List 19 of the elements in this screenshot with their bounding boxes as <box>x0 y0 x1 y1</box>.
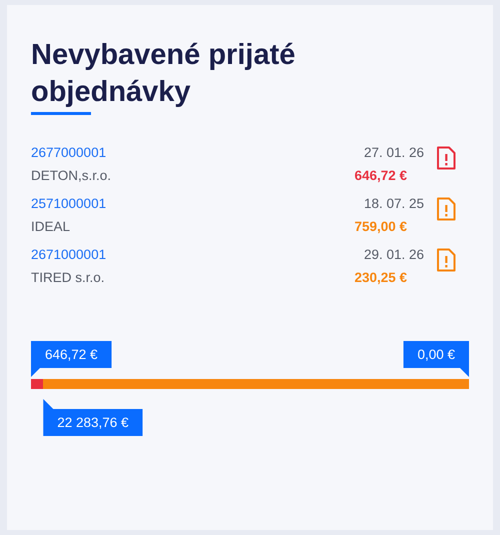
order-date: 29. 01. 26 <box>364 246 424 264</box>
order-number-link[interactable]: 2571000001 <box>31 192 354 215</box>
order-number-link[interactable]: 2671000001 <box>31 243 354 266</box>
value-tooltip: 646,72 € <box>31 341 112 377</box>
order-amount: 646,72 € <box>354 167 408 185</box>
document-alert-icon <box>436 146 456 170</box>
order-amount: 759,00 € <box>354 218 408 236</box>
order-number-link[interactable]: 2677000001 <box>31 141 354 164</box>
widget-title: Nevybavené prijaté objednávky <box>31 38 296 110</box>
value-tooltip: 0,00 € <box>403 341 469 377</box>
document-alert-icon <box>436 248 456 272</box>
order-date: 27. 01. 26 <box>364 144 424 162</box>
value-tooltip: 22 283,76 € <box>43 399 143 436</box>
company-name: TIRED s.r.o. <box>31 269 106 287</box>
order-amount: 230,25 € <box>354 269 408 287</box>
company-name: IDEAL <box>31 218 72 236</box>
company-name: DETON,s.r.o. <box>31 167 112 185</box>
order-date: 18. 07. 25 <box>364 195 424 213</box>
document-alert-icon <box>436 197 456 221</box>
